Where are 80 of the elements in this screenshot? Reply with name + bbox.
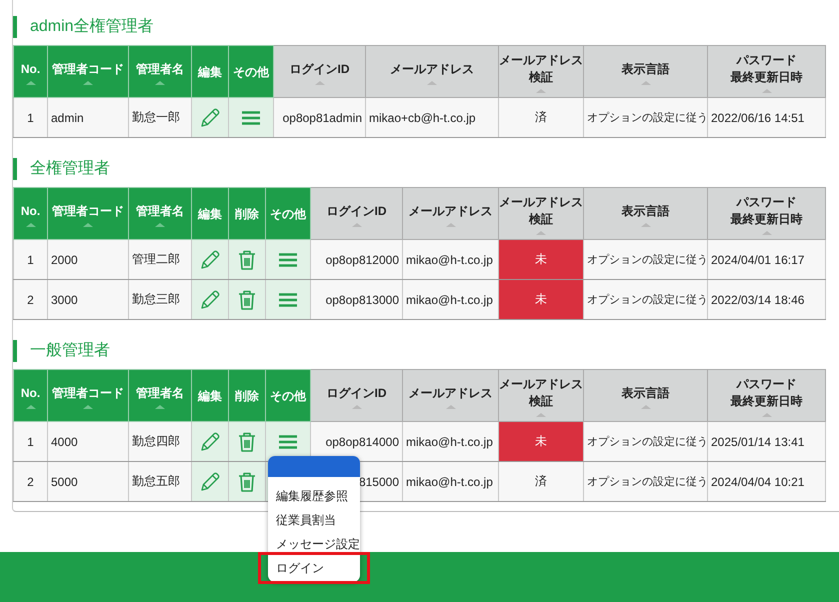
email-cell: mikao@h-t.co.jp	[402, 280, 498, 320]
verify-cell: 未	[498, 240, 584, 280]
column-header: 編集	[192, 46, 228, 98]
column-header[interactable]: ログインID	[274, 46, 366, 98]
column-header[interactable]: メールアドレス 検証	[498, 46, 584, 98]
column-header[interactable]: メールアドレス 検証	[498, 188, 584, 240]
column-header: その他	[266, 370, 310, 422]
menu-item[interactable]: 従業員割当	[268, 508, 360, 532]
login-id-cell: op8op812000	[310, 240, 402, 280]
section-title: 一般管理者	[13, 340, 110, 362]
pencil-icon[interactable]	[199, 106, 221, 128]
name-cell: 勤怠五郎	[128, 462, 192, 502]
verify-cell: 済	[498, 98, 584, 138]
email-cell: mikao@h-t.co.jp	[402, 240, 498, 280]
login-id-cell: op8op814000	[310, 422, 402, 462]
column-header[interactable]: 表示言語	[584, 188, 708, 240]
language-cell: オプションの設定に従う	[584, 240, 708, 280]
language-cell: オプションの設定に従う	[584, 422, 708, 462]
column-header[interactable]: ログインID	[310, 188, 402, 240]
number-cell: 2	[14, 280, 48, 320]
section-title: 全権管理者	[13, 158, 110, 180]
number-cell: 1	[14, 422, 48, 462]
menu-item[interactable]: メッセージ設定	[268, 532, 360, 556]
number-cell: 1	[14, 98, 48, 138]
email-cell: mikao@h-t.co.jp	[402, 462, 498, 502]
column-header[interactable]: パスワード 最終更新日時	[708, 46, 826, 98]
trash-icon[interactable]	[237, 470, 257, 492]
language-cell: オプションの設定に従う	[584, 98, 708, 138]
section-title: admin全権管理者	[13, 16, 154, 38]
column-header: その他	[228, 46, 274, 98]
email-cell: mikao@h-t.co.jp	[402, 422, 498, 462]
code-cell: 2000	[48, 240, 128, 280]
column-header[interactable]: 表示言語	[584, 370, 708, 422]
trash-icon[interactable]	[237, 248, 257, 270]
column-header: 編集	[192, 188, 228, 240]
verify-cell: 未	[498, 280, 584, 320]
column-header[interactable]: パスワード 最終更新日時	[708, 188, 826, 240]
pencil-icon[interactable]	[199, 288, 221, 310]
language-cell: オプションの設定に従う	[584, 462, 708, 502]
column-header[interactable]: メールアドレス	[402, 188, 498, 240]
login-id-cell: op8op81admin	[274, 98, 366, 138]
column-header: その他	[266, 188, 310, 240]
menu-icon[interactable]	[241, 110, 261, 126]
trash-icon[interactable]	[237, 430, 257, 452]
verify-cell: 済	[498, 462, 584, 502]
code-cell: 4000	[48, 422, 128, 462]
date-cell: 2022/03/14 18:46	[708, 280, 826, 320]
menu-icon[interactable]	[278, 292, 298, 308]
date-cell: 2022/06/16 14:51	[708, 98, 826, 138]
name-cell: 勤怠三郎	[128, 280, 192, 320]
date-cell: 2024/04/04 10:21	[708, 462, 826, 502]
trash-icon[interactable]	[237, 288, 257, 310]
menu-icon[interactable]	[278, 252, 298, 268]
name-cell: 勤怠四郎	[128, 422, 192, 462]
date-cell: 2024/04/01 16:17	[708, 240, 826, 280]
email-cell: mikao+cb@h-t.co.jp	[366, 98, 498, 138]
column-header: 削除	[228, 188, 266, 240]
column-header[interactable]: メールアドレス	[402, 370, 498, 422]
pencil-icon[interactable]	[199, 470, 221, 492]
pencil-icon[interactable]	[199, 248, 221, 270]
pencil-icon[interactable]	[199, 430, 221, 452]
column-header[interactable]: メールアドレス 検証	[498, 370, 584, 422]
column-header: 削除	[228, 370, 266, 422]
language-cell: オプションの設定に従う	[584, 280, 708, 320]
column-header[interactable]: メールアドレス	[366, 46, 498, 98]
code-cell: 5000	[48, 462, 128, 502]
code-cell: 3000	[48, 280, 128, 320]
column-header[interactable]: ログインID	[310, 370, 402, 422]
column-header[interactable]: パスワード 最終更新日時	[708, 370, 826, 422]
code-cell: admin	[48, 98, 128, 138]
number-cell: 2	[14, 462, 48, 502]
login-id-cell: op8op813000	[310, 280, 402, 320]
date-cell: 2025/01/14 13:41	[708, 422, 826, 462]
column-header[interactable]: 表示言語	[584, 46, 708, 98]
name-cell: 勤怠一郎	[128, 98, 192, 138]
name-cell: 管理二郎	[128, 240, 192, 280]
column-header: 編集	[192, 370, 228, 422]
verify-cell: 未	[498, 422, 584, 462]
menu-icon[interactable]	[278, 434, 298, 450]
number-cell: 1	[14, 240, 48, 280]
